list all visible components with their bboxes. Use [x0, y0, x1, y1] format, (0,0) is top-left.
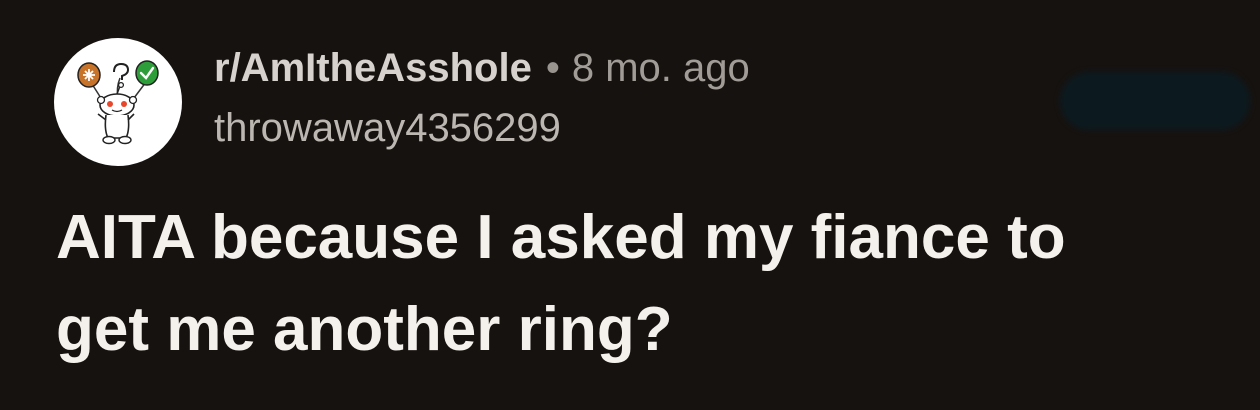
post-meta: r/AmItheAsshole • 8 mo. ago throwaway435… [214, 46, 750, 151]
post-header: r/AmItheAsshole • 8 mo. ago throwaway435… [0, 0, 1260, 410]
post-title-line-1: AITA because I asked my fiance to [56, 203, 1066, 272]
author-username[interactable]: throwaway4356299 [214, 106, 750, 151]
subreddit-link[interactable]: r/AmItheAsshole [214, 46, 532, 91]
meta-separator: • [545, 46, 560, 90]
subreddit-avatar[interactable] [54, 38, 182, 166]
post-title-line-2: get me another ring? [56, 295, 673, 364]
snoo-balloons-icon [77, 60, 159, 145]
post-title[interactable]: AITA because I asked my fiance to get me… [56, 192, 1236, 376]
post-timestamp: 8 mo. ago [571, 46, 750, 90]
join-button[interactable] [1060, 72, 1250, 130]
post-meta-line: r/AmItheAsshole • 8 mo. ago [214, 46, 750, 98]
